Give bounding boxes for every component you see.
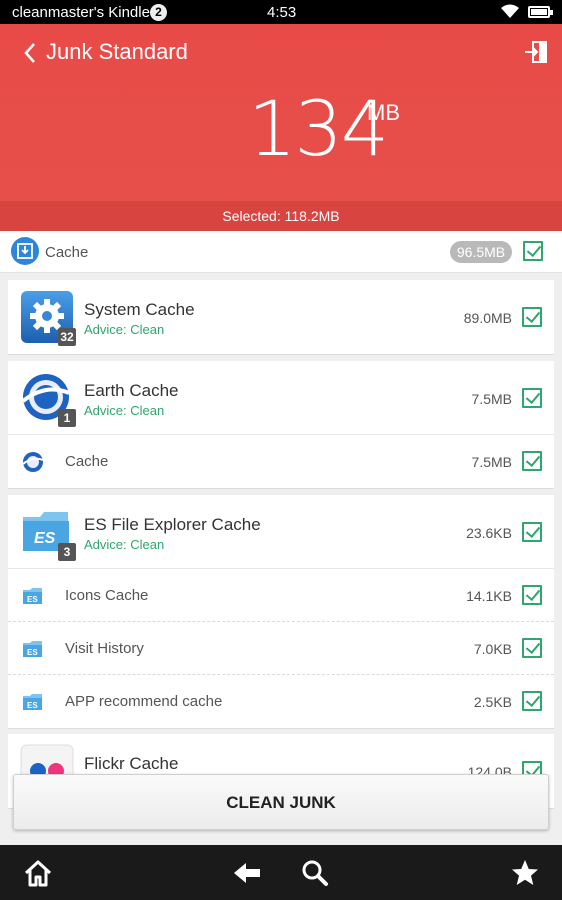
advice-label: Advice: Clean — [84, 322, 165, 337]
subitem-label: APP recommend cache — [65, 693, 223, 710]
category-label: Cache — [45, 244, 89, 261]
back-arrow-icon[interactable] — [232, 858, 262, 888]
item-size: 89.0MB — [463, 310, 512, 326]
junk-list[interactable]: Cache 96.5MB 32 System Cache Advice: Cle… — [0, 231, 562, 845]
item-checkbox[interactable] — [522, 388, 542, 408]
subitem-size: 14.1KB — [466, 588, 512, 604]
junk-subitem-row[interactable]: ES Icons Cache 14.1KB — [8, 569, 554, 622]
wifi-icon — [501, 4, 519, 18]
advice-label: Advice: Clean — [84, 403, 165, 418]
app-name: System Cache — [84, 300, 195, 319]
junk-card-es-file-explorer: ES 3 ES File Explorer Cache Advice: Clea… — [8, 495, 554, 729]
category-row-cache[interactable]: Cache 96.5MB — [0, 231, 562, 273]
category-size-badge: 96.5MB — [450, 241, 512, 263]
subitem-checkbox[interactable] — [522, 638, 542, 658]
svg-text:ES: ES — [27, 648, 38, 657]
junk-card-system-cache: 32 System Cache Advice: Clean 89.0MB — [8, 280, 554, 355]
es-folder-icon: ES — [23, 588, 42, 604]
advice-label: Advice: Clean — [84, 537, 165, 552]
search-icon[interactable] — [300, 858, 330, 888]
clean-junk-button[interactable]: CLEAN JUNK — [13, 774, 549, 830]
subitem-size: 2.5KB — [473, 694, 512, 710]
selected-size-bar: Selected: 118.2MB — [0, 201, 562, 231]
device-name: cleanmaster's Kindle — [12, 4, 150, 21]
notification-badge[interactable]: 2 — [150, 4, 167, 21]
back-chevron-icon[interactable] — [20, 40, 42, 66]
subitem-label: Cache — [65, 453, 109, 470]
item-size: 7.5MB — [471, 391, 512, 407]
junk-item-row[interactable]: ES 3 ES File Explorer Cache Advice: Clea… — [8, 495, 554, 569]
item-count-badge: 32 — [58, 328, 76, 346]
es-folder-icon: ES — [23, 694, 42, 710]
category-checkbox[interactable] — [523, 241, 543, 261]
header: Junk Standard 134 MB Selected: 118.2MB — [0, 24, 562, 231]
es-folder-icon: ES 3 — [20, 505, 76, 561]
page-title: Junk Standard — [46, 39, 188, 64]
svg-text:ES: ES — [34, 530, 56, 547]
exit-icon[interactable] — [524, 40, 548, 64]
subitem-checkbox[interactable] — [522, 451, 542, 471]
google-earth-icon — [22, 452, 44, 472]
clock: 4:53 — [267, 4, 297, 21]
junk-subitem-row[interactable]: ES APP recommend cache 2.5KB — [8, 675, 554, 728]
app-name: ES File Explorer Cache — [84, 515, 261, 534]
item-size: 23.6KB — [466, 525, 512, 541]
home-icon[interactable] — [23, 858, 53, 888]
junk-item-row[interactable]: 32 System Cache Advice: Clean 89.0MB — [8, 280, 554, 354]
app-name: Earth Cache — [84, 381, 179, 400]
item-count-badge: 3 — [58, 543, 76, 561]
item-count-badge: 1 — [58, 409, 76, 427]
junk-total-unit: MB — [367, 100, 400, 125]
subitem-label: Icons Cache — [65, 587, 149, 604]
junk-card-earth-cache: 1 Earth Cache Advice: Clean 7.5MB Cache … — [8, 361, 554, 489]
system-gear-icon: 32 — [20, 290, 76, 346]
junk-total-size: 134 — [248, 84, 389, 173]
item-checkbox[interactable] — [522, 307, 542, 327]
download-box-icon — [11, 237, 39, 265]
subitem-size: 7.0KB — [473, 641, 512, 657]
star-icon[interactable] — [510, 858, 540, 888]
subitem-size: 7.5MB — [471, 454, 512, 470]
subitem-checkbox[interactable] — [522, 691, 542, 711]
junk-subitem-row[interactable]: ES Visit History 7.0KB — [8, 622, 554, 675]
subitem-checkbox[interactable] — [522, 585, 542, 605]
svg-text:ES: ES — [27, 701, 38, 710]
es-folder-icon: ES — [23, 641, 42, 657]
svg-text:ES: ES — [27, 595, 38, 604]
junk-subitem-row[interactable]: Cache 7.5MB — [8, 435, 554, 488]
status-bar: cleanmaster's Kindle 2 4:53 — [0, 0, 562, 24]
app-name: Flickr Cache — [84, 754, 179, 773]
subitem-label: Visit History — [65, 640, 144, 657]
item-checkbox[interactable] — [522, 522, 542, 542]
google-earth-icon: 1 — [20, 371, 76, 427]
system-nav-bar — [0, 845, 562, 900]
battery-icon — [528, 6, 553, 18]
junk-item-row[interactable]: 1 Earth Cache Advice: Clean 7.5MB — [8, 361, 554, 435]
